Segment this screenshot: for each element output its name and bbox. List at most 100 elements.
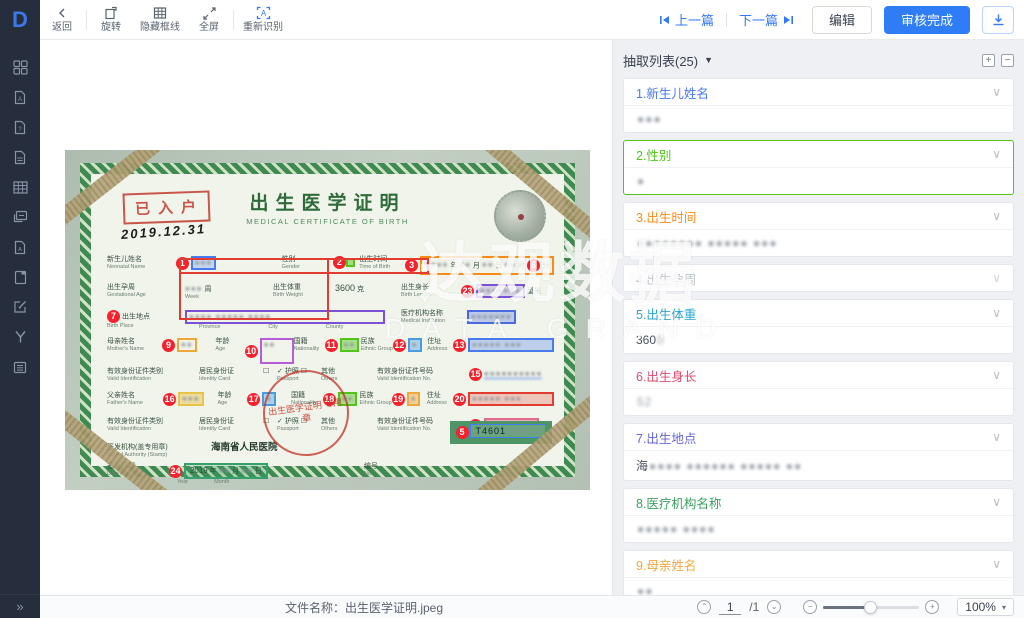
prev-icon <box>659 15 671 25</box>
field-header[interactable]: 4.出生孕周∨ <box>624 265 1013 291</box>
annotation-box-green: ●● <box>340 338 360 352</box>
approve-button[interactable]: 审核完成 <box>884 6 970 34</box>
chevron-down-icon[interactable]: ∨ <box>992 306 1001 320</box>
certificate-body: 已入户 2019.12.31 出生医学证明 MEDICAL CERTIFICAT… <box>95 178 560 462</box>
extraction-panel-header: 抽取列表(25) ▼ + − <box>623 48 1014 72</box>
extraction-panel: 抽取列表(25) ▼ + − 1.新生儿姓名∨ ●●● 2.性别∨ ● 3.出生… <box>612 40 1024 595</box>
annotation-box-red: ●●●●● ●●● <box>468 392 554 406</box>
zoom-slider-track[interactable] <box>823 606 919 609</box>
svg-text:A: A <box>18 247 22 253</box>
document-canvas[interactable]: 已入户 2019.12.31 出生医学证明 MEDICAL CERTIFICAT… <box>40 40 612 595</box>
edit-button[interactable]: 编辑 <box>812 6 872 34</box>
chevron-down-icon[interactable]: ∨ <box>992 85 1001 99</box>
sidebar-item-list[interactable] <box>0 352 40 382</box>
prev-doc-button[interactable]: 上一篇 <box>659 10 714 29</box>
collapse-all-button[interactable]: − <box>1001 54 1014 67</box>
dropdown-caret-icon: ▾ <box>1002 603 1006 612</box>
sidebar-item-doc-pdf2[interactable]: A <box>0 232 40 262</box>
badge-5: 5 <box>456 426 469 439</box>
zoom-slider: − + <box>803 600 939 614</box>
download-button[interactable] <box>982 6 1014 34</box>
panel-caret-icon[interactable]: ▼ <box>704 55 713 65</box>
field-header[interactable]: 7.出生地点∨ <box>624 424 1013 450</box>
hide-gridlines-button[interactable]: 隐藏框线 <box>133 0 187 39</box>
doc-navigation: 上一篇 下一篇 <box>659 10 794 29</box>
back-button[interactable]: 返回 <box>40 0 84 39</box>
annotation-box-blue: ●●●●● ●●● <box>468 338 554 352</box>
chevron-down-icon[interactable]: ∨ <box>992 495 1001 509</box>
chevron-down-icon[interactable]: ∨ <box>992 368 1001 382</box>
left-sidebar: A ? A » <box>0 40 40 618</box>
field-card-4: 4.出生孕周∨ <box>623 264 1014 292</box>
badge-6: 6 <box>527 259 540 272</box>
annotation-box-yellow: ●●● <box>178 392 204 406</box>
sidebar-item-edit[interactable] <box>0 292 40 322</box>
chevron-down-icon[interactable]: ∨ <box>992 271 1001 285</box>
expand-all-button[interactable]: + <box>982 54 995 67</box>
rotate-button[interactable]: 旋转 <box>89 0 133 39</box>
annotation-region-red <box>179 258 329 320</box>
chevron-down-icon[interactable]: ∨ <box>992 147 1001 161</box>
certificate-frame: 已入户 2019.12.31 出生医学证明 MEDICAL CERTIFICAT… <box>80 163 575 477</box>
field-header[interactable]: 2.性别∨ <box>624 141 1013 167</box>
sidebar-item-dashboard[interactable] <box>0 52 40 82</box>
field-header[interactable]: 8.医疗机构名称∨ <box>624 489 1013 515</box>
toolbar-divider <box>86 10 87 30</box>
sidebar-collapse-button[interactable]: » <box>0 594 40 618</box>
re-recognize-button[interactable]: A 重新识别 <box>236 0 290 39</box>
field-value[interactable]: 3600 <box>624 326 1013 353</box>
next-doc-button[interactable]: 下一篇 <box>739 10 794 29</box>
field-card-8: 8.医疗机构名称∨ ●●●●● ●●●● <box>623 488 1014 543</box>
svg-text:A: A <box>18 97 22 103</box>
top-toolbar: D 返回 旋转 隐藏框线 全屏 A 重新识别 <box>0 0 1024 40</box>
annotation-box-magenta: ●● <box>260 338 294 364</box>
download-icon <box>992 13 1005 26</box>
zoom-out-button[interactable]: − <box>803 600 817 614</box>
field-header[interactable]: 1.新生儿姓名∨ <box>624 79 1013 105</box>
chevron-down-icon[interactable]: ∨ <box>992 430 1001 444</box>
field-header[interactable]: 3.出生时间∨ <box>624 203 1013 229</box>
annotation-box-yellow: ●● <box>177 338 197 352</box>
field-value[interactable]: 海●●●● ●●●●●● ●●●●● ●● <box>624 450 1013 480</box>
nav-divider <box>726 13 727 27</box>
field-card-3: 3.出生时间∨ ●●●●●●●● ●●●●● ●●● <box>623 202 1014 257</box>
sidebar-item-doc-pdf[interactable]: A <box>0 82 40 112</box>
chevron-down-icon[interactable]: ∨ <box>992 209 1001 223</box>
fullscreen-button[interactable]: 全屏 <box>187 0 231 39</box>
badge-11: 11 <box>325 339 338 352</box>
sidebar-item-table[interactable] <box>0 172 40 202</box>
field-value[interactable]: ●●● <box>624 105 1013 132</box>
badge-17: 17 <box>247 393 260 406</box>
field-value[interactable]: ●●●●●●●● ●●●●● ●●● <box>624 229 1013 256</box>
chevron-down-icon[interactable]: ∨ <box>992 557 1001 571</box>
field-value[interactable]: ●● <box>624 577 1013 595</box>
zoom-slider-handle[interactable] <box>864 601 877 614</box>
sidebar-item-doc-text[interactable] <box>0 142 40 172</box>
sidebar-item-branch[interactable] <box>0 322 40 352</box>
sidebar-item-copy[interactable] <box>0 202 40 232</box>
page-up-button[interactable]: ⌃ <box>697 600 711 614</box>
page-number-input[interactable]: 1 <box>719 600 741 615</box>
app-logo[interactable]: D <box>0 0 40 40</box>
rotate-icon <box>104 6 118 21</box>
annotation-box-serial: T4601●●●●●● <box>470 424 546 438</box>
sidebar-item-file[interactable] <box>0 262 40 292</box>
field-value[interactable]: ● <box>624 167 1013 194</box>
fullscreen-icon <box>203 6 216 21</box>
zoom-level-dropdown[interactable]: 100% ▾ <box>957 598 1014 616</box>
field-card-5: 5.出生体重∨ 3600 <box>623 299 1014 354</box>
zoom-in-button[interactable]: + <box>925 600 939 614</box>
field-value[interactable]: ●●●●● ●●●● <box>624 515 1013 542</box>
field-header[interactable]: 9.母亲姓名∨ <box>624 551 1013 577</box>
extraction-list-title: 抽取列表(25) <box>623 51 698 70</box>
badge-19: 19 <box>392 393 405 406</box>
field-header[interactable]: 5.出生体重∨ <box>624 300 1013 326</box>
viewer-controls: ⌃ 1 /1 ⌄ − + 100% ▾ <box>697 598 1024 616</box>
certificate-image: 已入户 2019.12.31 出生医学证明 MEDICAL CERTIFICAT… <box>65 150 590 490</box>
field-value[interactable]: 52 <box>624 388 1013 415</box>
annotation-box-orange: ●●●● 年 ●● 月 ●● 日 ●● 时 6 分 <box>420 256 554 275</box>
badge-13: 13 <box>453 339 466 352</box>
page-down-button[interactable]: ⌄ <box>767 600 781 614</box>
field-header[interactable]: 6.出生身长∨ <box>624 362 1013 388</box>
sidebar-item-doc-question[interactable]: ? <box>0 112 40 142</box>
